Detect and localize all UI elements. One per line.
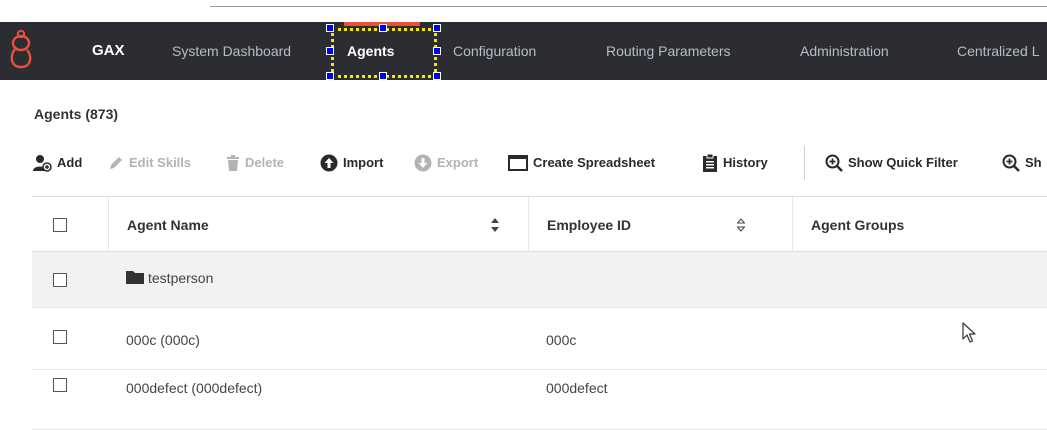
agent-name: 000defect (000defect) [126,380,263,396]
pencil-icon [110,156,122,169]
edit-skills-label: Edit Skills [129,155,192,170]
clipboard-icon [703,153,717,172]
table-row[interactable]: 000c (000c) 000c [32,308,1047,370]
import-button[interactable]: Import [320,150,383,176]
create-spreadsheet-label: Create Spreadsheet [533,155,656,170]
spreadsheet-icon [508,154,528,171]
add-button[interactable]: Add [32,150,82,176]
genesys-logo-icon [10,29,32,69]
column-employee-id[interactable]: Employee ID [528,197,772,253]
window-top-divider [210,6,1047,7]
zoom-in-icon [1002,154,1020,172]
nav-system-dashboard[interactable]: System Dashboard [172,22,291,80]
sort-icon[interactable] [737,218,745,232]
top-navbar: GAX System Dashboard Agents Configuratio… [0,22,1047,80]
sort-icon[interactable] [491,218,499,232]
add-user-icon [33,154,52,172]
page-title: Agents (873) [34,106,119,122]
row-checkbox[interactable] [53,378,67,392]
add-button-label: Add [57,155,83,170]
show-more-button[interactable]: Sh [1002,150,1042,176]
nav-administration[interactable]: Administration [800,22,889,80]
agent-name: 000c (000c) [126,332,200,348]
create-spreadsheet-button[interactable]: Create Spreadsheet [508,150,655,176]
select-all-cell [32,197,90,253]
zoom-in-icon [825,154,843,172]
delete-label: Delete [245,155,285,170]
table-row[interactable]: 000defect (000defect) 000defect [32,370,1047,430]
history-button[interactable]: History [702,150,768,176]
cloud-upload-icon [320,154,338,172]
select-all-checkbox[interactable] [53,218,67,232]
agent-name-cell: testperson [126,270,213,286]
edit-skills-button[interactable]: Edit Skills [108,150,191,176]
column-header-label: Agent Name [127,217,209,233]
show-quick-filter-label: Show Quick Filter [848,155,958,170]
column-agent-name[interactable]: Agent Name [108,197,528,253]
export-button[interactable]: Export [414,150,478,176]
employee-id: 000c [546,332,577,348]
agent-name: testperson [148,270,214,286]
toolbar-divider [804,146,805,180]
show-more-label: Sh [1025,155,1042,170]
download-icon [414,154,432,172]
actions-toolbar: Add Edit Skills Delete Import Export Cre… [32,146,1047,180]
trash-icon [227,154,239,171]
table-row[interactable]: testperson [32,252,1047,308]
history-label: History [723,155,768,170]
row-checkbox[interactable] [53,273,67,287]
nav-configuration[interactable]: Configuration [453,22,536,80]
nav-brand[interactable]: GAX [92,22,125,80]
export-label: Export [437,155,479,170]
import-label: Import [343,155,384,170]
column-header-label: Agent Groups [811,217,905,233]
show-quick-filter-button[interactable]: Show Quick Filter [825,150,958,176]
column-agent-groups[interactable]: Agent Groups [792,197,1047,253]
folder-icon [126,271,144,285]
mouse-cursor-icon [962,322,976,343]
nav-agents[interactable]: Agents [347,22,394,80]
employee-id: 000defect [546,380,608,396]
nav-routing-parameters[interactable]: Routing Parameters [606,22,731,80]
delete-button[interactable]: Delete [226,150,284,176]
column-header-label: Employee ID [547,217,632,233]
row-checkbox[interactable] [53,330,67,344]
nav-centralized[interactable]: Centralized L [957,22,1040,80]
table-header: Agent Name Employee ID Agent Groups [32,196,1047,253]
